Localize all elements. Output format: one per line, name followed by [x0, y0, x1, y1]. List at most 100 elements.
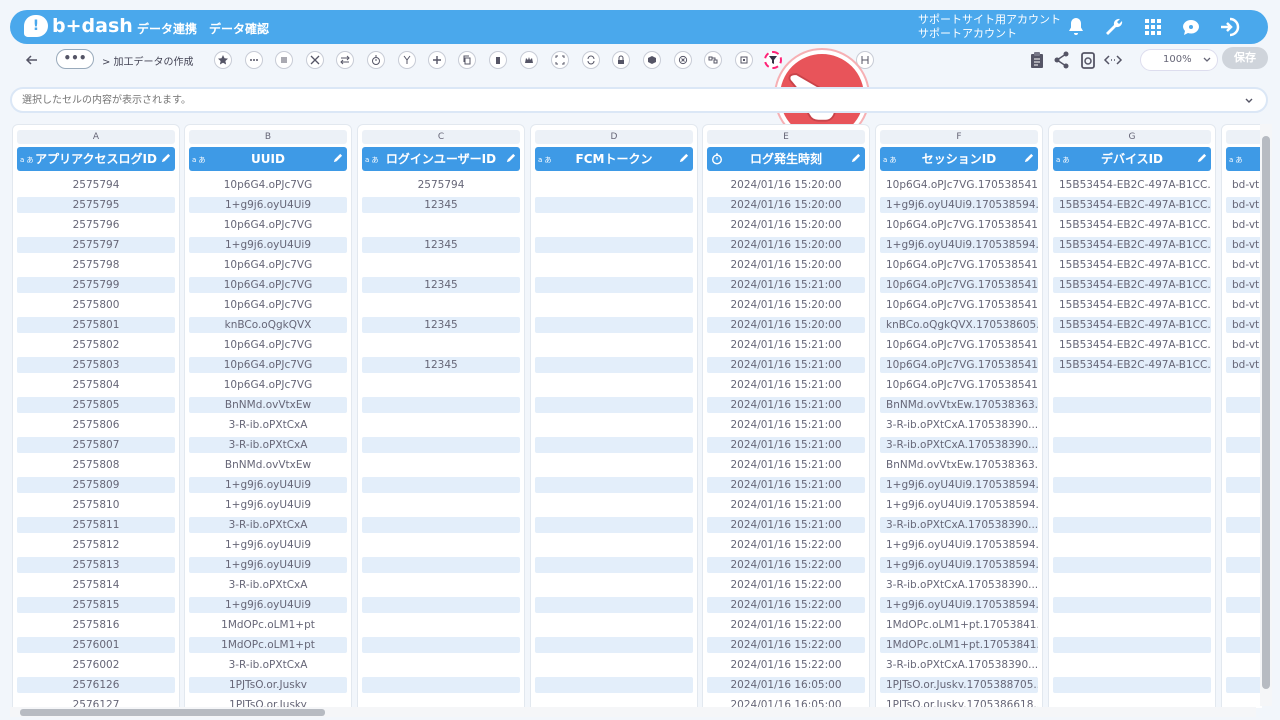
breadcrumb-more-button[interactable]: •••	[56, 49, 94, 69]
table-cell[interactable]: 2575799	[17, 277, 175, 293]
cell-content-input[interactable]	[22, 92, 1222, 108]
table-cell[interactable]: 1+g9j6.oyU4Ui9.170538594...	[880, 497, 1038, 513]
column-letter[interactable]	[1226, 130, 1262, 144]
table-cell[interactable]	[535, 257, 693, 273]
table-cell[interactable]	[362, 597, 520, 613]
table-cell[interactable]: 10p6G4.oPJc7VG	[189, 337, 347, 353]
table-cell[interactable]: 2024/01/16 15:21:00	[707, 517, 865, 533]
table-cell[interactable]: 2024/01/16 15:20:00	[707, 297, 865, 313]
table-cell[interactable]	[362, 397, 520, 413]
table-cell[interactable]: 3-R-ib.oPXtCxA.170538390...	[880, 417, 1038, 433]
table-cell[interactable]: 1MdOPc.oLM1+pt	[189, 617, 347, 633]
table-cell[interactable]: 2576002	[17, 657, 175, 673]
table-cell[interactable]: bd-vt	[1226, 317, 1262, 333]
package-button[interactable]	[643, 51, 661, 69]
app-logo[interactable]: ! b+dash	[24, 15, 133, 37]
table-cell[interactable]	[362, 517, 520, 533]
add-button[interactable]	[428, 51, 446, 69]
table-cell[interactable]: 1PJTsO.or.Juskv	[189, 677, 347, 693]
table-cell[interactable]	[1226, 457, 1262, 473]
table-cell[interactable]	[362, 537, 520, 553]
table-cell[interactable]: 2024/01/16 15:21:00	[707, 417, 865, 433]
table-cell[interactable]: 2024/01/16 15:21:00	[707, 437, 865, 453]
table-cell[interactable]: 10p6G4.oPJc7VG.170538541...	[880, 297, 1038, 313]
table-cell[interactable]: 10p6G4.oPJc7VG.170538541...	[880, 337, 1038, 353]
favorite-button[interactable]	[214, 51, 232, 69]
table-cell[interactable]: 2575804	[17, 377, 175, 393]
table-cell[interactable]: 12345	[362, 237, 520, 253]
apps-grid-icon[interactable]	[1141, 15, 1165, 39]
table-cell[interactable]	[535, 237, 693, 253]
table-cell[interactable]: 2576001	[17, 637, 175, 653]
table-cell[interactable]: 2024/01/16 15:20:00	[707, 257, 865, 273]
table-cell[interactable]	[1053, 457, 1211, 473]
table-cell[interactable]: knBCo.oQgkQVX	[189, 317, 347, 333]
table-cell[interactable]: 1+g9j6.oyU4Ui9	[189, 237, 347, 253]
table-cell[interactable]	[535, 177, 693, 193]
table-cell[interactable]: 10p6G4.oPJc7VG.170538541...	[880, 217, 1038, 233]
menu-button[interactable]	[275, 51, 293, 69]
share-icon[interactable]	[1052, 50, 1072, 70]
table-cell[interactable]	[1053, 417, 1211, 433]
branch-button[interactable]	[398, 51, 416, 69]
code-icon[interactable]	[1103, 50, 1123, 70]
table-cell[interactable]: 10p6G4.oPJc7VG	[189, 377, 347, 393]
crown-button[interactable]	[520, 51, 538, 69]
table-cell[interactable]: 15B53454-EB2C-497A-B1CC...	[1053, 297, 1211, 313]
table-cell[interactable]	[1226, 657, 1262, 673]
table-cell[interactable]: 2024/01/16 15:20:00	[707, 197, 865, 213]
table-cell[interactable]	[535, 317, 693, 333]
transform-button[interactable]	[336, 51, 354, 69]
table-cell[interactable]	[362, 677, 520, 693]
table-cell[interactable]	[1226, 437, 1262, 453]
table-cell[interactable]	[535, 517, 693, 533]
edit-pencil-icon[interactable]	[1023, 153, 1034, 164]
table-cell[interactable]	[1053, 477, 1211, 493]
table-cell[interactable]: 12345	[362, 357, 520, 373]
nav-data-integration[interactable]: データ連携	[137, 20, 197, 37]
table-cell[interactable]	[535, 197, 693, 213]
table-cell[interactable]: 2024/01/16 15:22:00	[707, 537, 865, 553]
table-cell[interactable]: 2024/01/16 15:20:00	[707, 317, 865, 333]
table-cell[interactable]	[535, 277, 693, 293]
logout-icon[interactable]	[1218, 15, 1242, 39]
column-letter[interactable]: D	[535, 130, 693, 144]
table-cell[interactable]	[535, 537, 693, 553]
delete-button[interactable]	[489, 51, 507, 69]
support-chat-icon[interactable]	[1179, 15, 1203, 39]
table-cell[interactable]	[535, 677, 693, 693]
table-cell[interactable]	[535, 597, 693, 613]
table-cell[interactable]: 15B53454-EB2C-497A-B1CC...	[1053, 317, 1211, 333]
chevron-down-icon[interactable]	[1244, 96, 1254, 106]
table-cell[interactable]	[535, 637, 693, 653]
table-cell[interactable]: 3-R-ib.oPXtCxA	[189, 657, 347, 673]
table-cell[interactable]: bd-vt	[1226, 337, 1262, 353]
table-cell[interactable]: 1PJTsO.or.Juskv.1705388705...	[880, 677, 1038, 693]
table-cell[interactable]: 2575809	[17, 477, 175, 493]
table-cell[interactable]: BnNMd.ovVtxEw	[189, 397, 347, 413]
column-letter[interactable]: C	[362, 130, 520, 144]
table-cell[interactable]	[535, 357, 693, 373]
frame-button[interactable]	[735, 51, 753, 69]
table-cell[interactable]: 2575808	[17, 457, 175, 473]
table-cell[interactable]	[1226, 577, 1262, 593]
table-cell[interactable]: 1+g9j6.oyU4Ui9	[189, 477, 347, 493]
column-header[interactable]: a あ FCMトークン	[535, 147, 693, 171]
table-cell[interactable]	[535, 497, 693, 513]
table-cell[interactable]: 2575815	[17, 597, 175, 613]
table-cell[interactable]	[1226, 377, 1262, 393]
expand-button[interactable]	[551, 51, 569, 69]
timer-button[interactable]	[367, 51, 385, 69]
table-cell[interactable]: 2575814	[17, 577, 175, 593]
back-arrow-icon[interactable]	[24, 52, 40, 68]
table-cell[interactable]: 3-R-ib.oPXtCxA	[189, 517, 347, 533]
save-button[interactable]: 保存	[1222, 47, 1268, 69]
bell-icon[interactable]	[1064, 15, 1088, 39]
table-cell[interactable]: 2024/01/16 15:22:00	[707, 577, 865, 593]
table-cell[interactable]: 2575811	[17, 517, 175, 533]
table-cell[interactable]: 1+g9j6.oyU4Ui9	[189, 197, 347, 213]
table-cell[interactable]: 2024/01/16 15:21:00	[707, 497, 865, 513]
table-cell[interactable]: 2024/01/16 15:22:00	[707, 657, 865, 673]
table-cell[interactable]	[1053, 637, 1211, 653]
table-cell[interactable]: 15B53454-EB2C-497A-B1CC...	[1053, 337, 1211, 353]
